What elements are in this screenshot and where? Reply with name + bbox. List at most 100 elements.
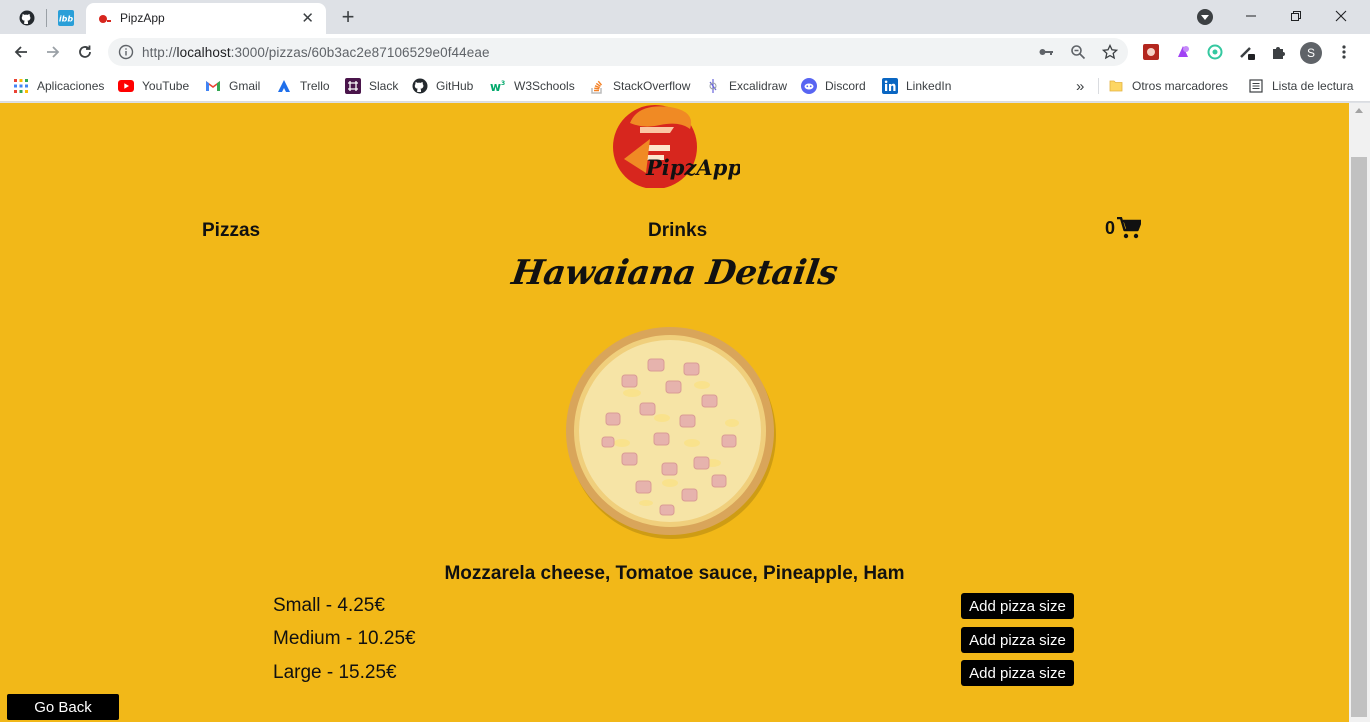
site-info-icon[interactable] <box>118 44 134 60</box>
bookmark-github[interactable]: GitHub <box>412 76 473 96</box>
page-scrollbar[interactable] <box>1349 103 1370 722</box>
pinned-tab-github[interactable] <box>9 5 45 31</box>
excalidraw-icon <box>705 78 721 94</box>
shopping-cart-icon <box>1117 217 1142 239</box>
w3schools-icon: w3 <box>490 78 506 94</box>
ingredients-text: Mozzarela cheese, Tomatoe sauce, Pineapp… <box>444 563 905 584</box>
active-tab[interactable]: PipzApp ✕ <box>86 3 326 34</box>
zoom-icon[interactable] <box>1070 44 1086 60</box>
logo-text: PipzApp <box>645 155 740 180</box>
bookmark-trello[interactable]: Trello <box>276 76 330 96</box>
linkedin-icon <box>882 78 898 94</box>
bookmark-star-icon[interactable] <box>1102 44 1118 60</box>
extensions-puzzle-icon[interactable] <box>1270 43 1288 61</box>
trello-icon <box>276 78 292 94</box>
cart-count: 0 <box>1105 218 1116 238</box>
bookmark-label: StackOverflow <box>613 79 691 93</box>
bookmarks-overflow-button[interactable]: » <box>1076 76 1084 96</box>
bookmark-w3schools[interactable]: w3 W3Schools <box>490 76 575 96</box>
tab-strip: ibb PipzApp ✕ + <box>0 0 1370 34</box>
bookmark-stackoverflow[interactable]: StackOverflow <box>589 76 690 96</box>
go-back-button[interactable]: Go Back <box>7 694 119 720</box>
slack-icon <box>345 78 361 94</box>
github-icon <box>412 78 428 94</box>
add-medium-button[interactable]: Add pizza size <box>961 627 1074 653</box>
youtube-icon <box>118 78 134 94</box>
extension-2-icon[interactable] <box>1174 43 1192 61</box>
bookmark-other-folder[interactable]: Otros marcadores <box>1108 76 1228 96</box>
bookmark-label: LinkedIn <box>906 79 952 93</box>
key-icon[interactable] <box>1038 44 1054 60</box>
close-icon <box>1335 10 1347 22</box>
folder-icon <box>1108 78 1124 94</box>
url-scheme: http:// <box>142 45 177 60</box>
svg-text:3: 3 <box>501 80 505 87</box>
bookmark-linkedin[interactable]: LinkedIn <box>882 76 951 96</box>
size-large-label: Large - 15.25€ <box>273 662 397 683</box>
reading-list-button[interactable]: Lista de lectura <box>1248 76 1353 96</box>
extension-4-icon[interactable] <box>1238 43 1256 61</box>
reading-list-icon <box>1248 78 1264 94</box>
bookmark-label: Gmail <box>229 79 261 93</box>
add-small-button[interactable]: Add pizza size <box>961 593 1074 619</box>
reload-icon <box>79 45 91 58</box>
browser-menu-icon[interactable] <box>1335 43 1353 61</box>
minimize-button[interactable] <box>1228 0 1274 32</box>
bookmark-label: Trello <box>300 79 330 93</box>
close-tab-icon[interactable]: ✕ <box>301 9 314 27</box>
nav-pizzas-link[interactable]: Pizzas <box>202 220 260 242</box>
bookmark-excalidraw[interactable]: Excalidraw <box>705 76 787 96</box>
forward-arrow-icon <box>47 46 60 58</box>
nav-drinks-link[interactable]: Drinks <box>648 220 707 242</box>
add-large-button[interactable]: Add pizza size <box>961 660 1074 686</box>
profile-avatar[interactable]: S <box>1300 42 1322 64</box>
bookmark-label: Excalidraw <box>729 79 788 93</box>
extension-1-icon[interactable] <box>1142 43 1160 61</box>
size-medium-label: Medium - 10.25€ <box>273 628 416 649</box>
hawaiian-pizza-image <box>566 327 776 539</box>
close-window-button[interactable] <box>1318 0 1364 32</box>
ibb-icon: ibb <box>58 10 74 26</box>
bookmark-youtube[interactable]: YouTube <box>118 76 189 96</box>
bookmark-label: GitHub <box>436 79 474 93</box>
svg-text:ibb: ibb <box>59 15 73 24</box>
url-text[interactable]: http://localhost:3000/pizzas/60b3ac2e871… <box>142 45 490 60</box>
new-tab-button[interactable]: + <box>337 4 359 30</box>
scroll-up-arrow-icon[interactable] <box>1355 108 1363 113</box>
bookmark-label: Lista de lectura <box>1272 79 1354 93</box>
bookmarks-separator <box>1098 78 1099 94</box>
bookmarks-bar: Aplicaciones YouTube Gmail Trello Slack … <box>0 70 1370 102</box>
bookmark-aplicaciones[interactable]: Aplicaciones <box>13 76 104 96</box>
size-small-label: Small - 4.25€ <box>273 595 385 616</box>
bookmark-slack[interactable]: Slack <box>345 76 398 96</box>
pinned-tab-ibb[interactable]: ibb <box>48 5 84 31</box>
restore-button[interactable] <box>1273 0 1319 32</box>
page-content: PipzApp Pizzas Drinks 0 Hawaiana Details… <box>0 103 1349 722</box>
scrollbar-thumb[interactable] <box>1351 157 1367 717</box>
pipzapp-favicon-icon <box>99 15 111 23</box>
bookmark-label: Slack <box>369 79 399 93</box>
url-host: localhost <box>176 45 231 60</box>
pipzapp-logo[interactable]: PipzApp <box>610 103 740 188</box>
restore-icon <box>1291 11 1301 21</box>
bookmark-label: Otros marcadores <box>1132 79 1229 93</box>
gmail-icon <box>205 78 221 94</box>
bookmark-label: Discord <box>825 79 866 93</box>
tab-search-icon[interactable] <box>1197 9 1213 25</box>
extension-3-icon[interactable] <box>1206 43 1224 61</box>
discord-icon <box>801 78 817 94</box>
apps-grid-icon <box>13 78 29 94</box>
tab-separator <box>46 9 47 27</box>
stackoverflow-icon <box>589 78 605 94</box>
bookmark-gmail[interactable]: Gmail <box>205 76 260 96</box>
cart-button[interactable]: 0 <box>1105 217 1142 239</box>
url-path: :3000/pizzas/60b3ac2e87106529e0f44eae <box>230 45 490 60</box>
reload-button[interactable] <box>74 41 96 63</box>
page-title: Hawaiana Details <box>509 253 840 293</box>
address-bar[interactable]: http://localhost:3000/pizzas/60b3ac2e871… <box>108 38 1128 66</box>
password-key-icon <box>1039 49 1053 55</box>
forward-button[interactable] <box>42 41 64 63</box>
bookmark-label: W3Schools <box>514 79 575 93</box>
back-button[interactable] <box>10 41 32 63</box>
bookmark-discord[interactable]: Discord <box>801 76 866 96</box>
